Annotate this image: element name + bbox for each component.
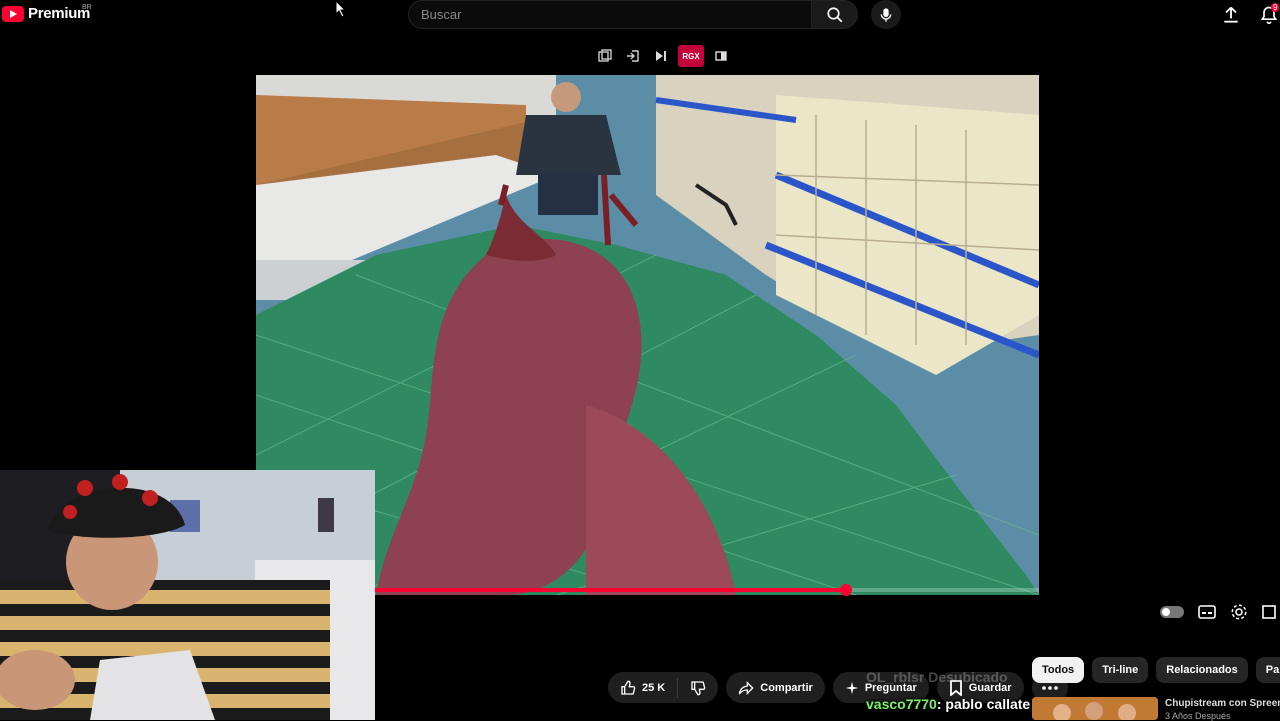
extension-toolbar: RGX [594,45,732,67]
enter-button[interactable] [622,45,644,67]
like-button[interactable]: 25 K [608,677,679,698]
recommended-video-thumbnail[interactable] [1032,697,1158,720]
login-icon [627,50,639,62]
thumbnail-image [1032,697,1158,720]
thumbs-down-icon [691,680,706,695]
rgx-extension-button[interactable]: RGX [678,45,704,67]
settings-gear-icon[interactable] [1230,603,1248,621]
streamer-webcam [0,470,375,720]
player-right-controls [1160,603,1276,621]
chip-para-ti[interactable]: Para ti [1255,657,1280,683]
share-arrow-icon [738,680,754,695]
popout-button[interactable] [594,45,616,67]
skip-next-button[interactable] [650,45,672,67]
region-code: BR [82,4,92,11]
chat-text: : pablo callate [936,696,1031,712]
search-input[interactable] [409,1,811,28]
masthead: Premium BR 9 [0,0,1280,36]
thumbs-up-icon [621,680,636,695]
upload-button[interactable] [1221,5,1243,25]
like-dislike-group: 25 K [608,672,719,703]
theater-icon [715,51,727,61]
youtube-premium-logo[interactable]: Premium BR [2,4,92,22]
youtube-play-icon [2,5,24,22]
microphone-icon [880,7,892,22]
like-count: 25 K [642,681,666,694]
video-progress-bar[interactable] [375,584,1039,596]
search-icon [826,6,842,22]
chat-message-fading: OL_rblsr Desubicado [866,669,1008,685]
search-box[interactable] [408,0,812,29]
chat-username: vasco7770 [866,696,937,712]
recommended-video-title[interactable]: Chupistream con Spreen [1165,698,1280,709]
chip-relacionados[interactable]: Relacionados [1156,657,1248,683]
chip-tri-line[interactable]: Tri-line [1092,657,1149,683]
voice-search-button[interactable] [871,0,901,29]
sparkle-icon [845,681,859,694]
mouse-cursor-icon [335,0,347,18]
more-horizontal-icon [1041,685,1058,690]
skip-next-icon [656,51,666,61]
upload-icon [1224,6,1238,23]
share-button[interactable]: Compartir [726,672,825,703]
related-filter-chips: Todos Tri-line Relacionados Para ti [1032,657,1280,683]
progress-played [375,588,847,592]
logo-text: Premium [28,5,91,22]
dislike-button[interactable] [678,680,718,696]
chat-message: vasco7770: pablo callate [866,696,1030,712]
autoplay-toggle[interactable] [1160,606,1184,618]
miniplayer-icon[interactable] [1262,605,1276,619]
share-label: Compartir [760,681,813,694]
webcam-image-streamer [0,470,375,720]
chip-todos[interactable]: Todos [1032,657,1085,683]
subtitles-icon[interactable] [1198,605,1216,619]
search-button[interactable] [811,0,858,29]
theater-toggle-button[interactable] [710,45,732,67]
popout-icon [598,49,612,62]
